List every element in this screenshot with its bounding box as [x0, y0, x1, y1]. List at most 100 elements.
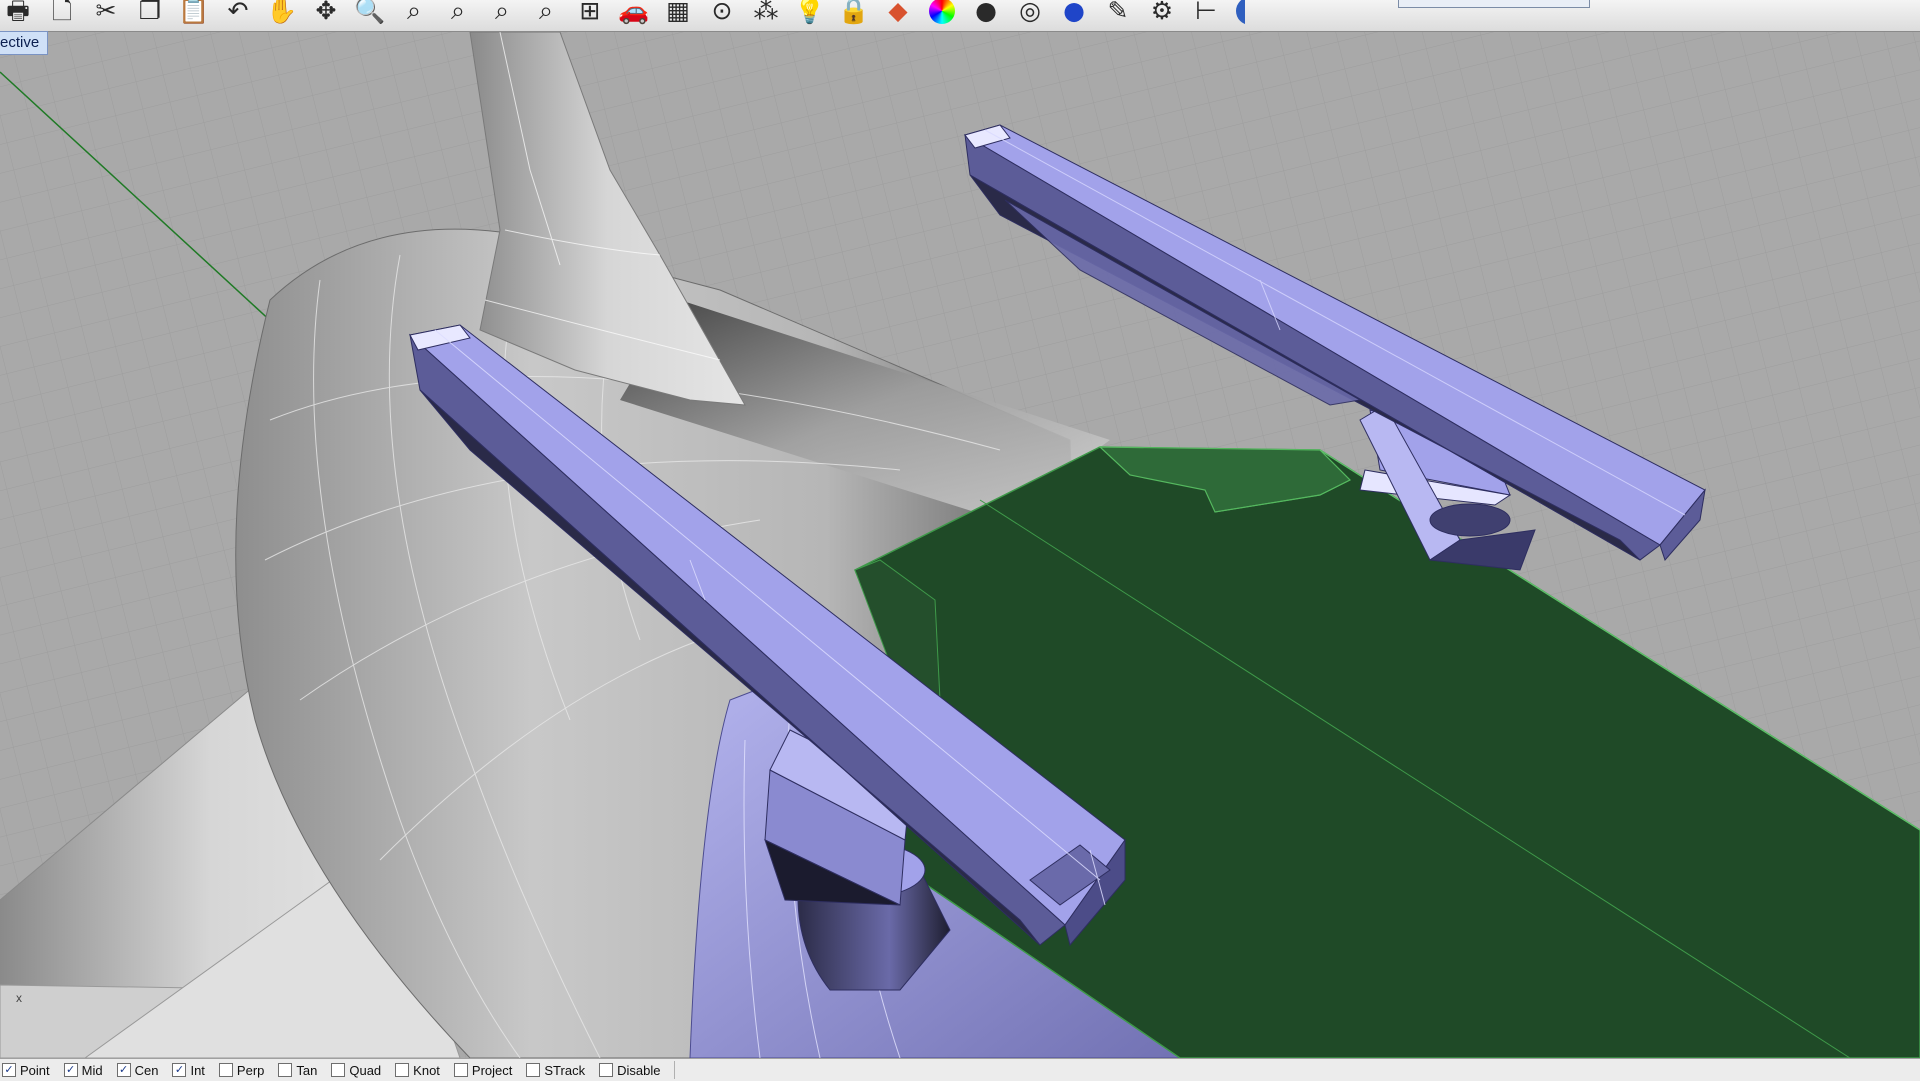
- zoom-extents-button[interactable]: ⌕: [440, 0, 476, 26]
- help-icon: ?: [1236, 0, 1245, 25]
- shaded-sphere-icon: ●: [975, 0, 997, 25]
- toolbar-command-field[interactable]: [1398, 0, 1590, 8]
- osnap-button[interactable]: ⊙: [704, 0, 740, 26]
- perspective-viewport[interactable]: x: [0, 32, 1920, 1058]
- car-icon: 🚗: [618, 0, 650, 25]
- zoom-selected-button[interactable]: ⌕: [484, 0, 520, 26]
- lock-button[interactable]: 🔒: [836, 0, 872, 26]
- osnap-label: Perp: [236, 1062, 265, 1078]
- pan-hand-icon: ✋: [266, 0, 298, 25]
- osnap-point[interactable]: ✓ Point: [0, 1059, 62, 1081]
- osnap-knot[interactable]: Knot: [393, 1059, 452, 1081]
- undo-button[interactable]: ↶: [220, 0, 256, 26]
- osnap-label: Int: [190, 1062, 205, 1078]
- rendered-sphere-icon: ●: [1063, 0, 1085, 25]
- light-bulb-icon: 💡: [794, 0, 826, 25]
- paste-icon: 📋: [178, 0, 210, 25]
- new-document-button[interactable]: 🗋: [44, 0, 80, 26]
- osnap-tan[interactable]: Tan: [276, 1059, 329, 1081]
- layers-icon: ◆: [888, 0, 908, 25]
- cut-button[interactable]: ✂: [88, 0, 124, 26]
- osnap-int-checkbox[interactable]: ✓: [172, 1063, 187, 1077]
- osnap-label: Tan: [296, 1062, 318, 1078]
- layers-button[interactable]: ◆: [880, 0, 916, 26]
- osnap-project[interactable]: Project: [452, 1059, 524, 1081]
- zoom-window-button[interactable]: ⌕: [396, 0, 432, 26]
- osnap-perp[interactable]: Perp: [217, 1059, 276, 1081]
- standard-toolbar: 🖶 🗋 ✂ ❐ 📋 ↶ ✋ ✥ 🔍 ⌕ ⌕ ⌕ ⌕ ⊞ 🚗 ▦ ⊙ ⁂ 💡 🔒 ◆ ◍ ● ◎ ● ✎ ⚙ ⊢?: [0, 0, 1920, 32]
- color-wheel-icon: ◍: [929, 0, 955, 24]
- zoom-selected-icon: ⌕: [494, 0, 509, 25]
- four-viewports-button[interactable]: ⊞: [572, 0, 608, 26]
- svg-text:x: x: [16, 991, 22, 1005]
- select-points-button[interactable]: ⁂: [748, 0, 784, 26]
- select-points-icon: ⁂: [753, 0, 779, 25]
- copy-button[interactable]: ❐: [132, 0, 168, 26]
- toolbar-button-strip: 🖶 🗋 ✂ ❐ 📋 ↶ ✋ ✥ 🔍 ⌕ ⌕ ⌕ ⌕ ⊞ 🚗 ▦ ⊙ ⁂ 💡 🔒 ◆ ◍ ● ◎ ● ✎ ⚙ ⊢?: [0, 0, 1245, 26]
- osnap-strack[interactable]: STrack: [524, 1059, 597, 1081]
- osnap-int[interactable]: ✓ Int: [170, 1059, 216, 1081]
- options-gear-icon: ⚙: [1150, 0, 1174, 25]
- copy-icon: ❐: [138, 0, 162, 25]
- four-viewports-icon: ⊞: [579, 0, 601, 25]
- osnap-point-checkbox[interactable]: ✓: [2, 1063, 16, 1077]
- osnap-quad-checkbox[interactable]: [331, 1063, 346, 1077]
- zoom-dynamic-icon: 🔍: [354, 0, 386, 25]
- osnap-strack-checkbox[interactable]: [526, 1063, 541, 1077]
- pan-hand-button[interactable]: ✋: [264, 0, 300, 26]
- lock-icon: 🔒: [838, 0, 870, 25]
- shaded-sphere-button[interactable]: ●: [968, 0, 1004, 26]
- rotate-view-icon: ✥: [315, 0, 337, 25]
- osnap-label: STrack: [544, 1062, 586, 1078]
- options-gear-button[interactable]: ⚙: [1144, 0, 1180, 26]
- car-button[interactable]: 🚗: [616, 0, 652, 26]
- osnap-project-checkbox[interactable]: [453, 1063, 468, 1077]
- osnap-label: Disable: [617, 1062, 661, 1078]
- osnap-bar: ✓ Point ✓ Mid ✓ Cen ✓ Int Perp Tan Quad Knot Project…: [0, 1058, 1920, 1081]
- osnap-label: Quad: [349, 1062, 382, 1078]
- dimension-button[interactable]: ⊢: [1188, 0, 1224, 26]
- cut-icon: ✂: [95, 0, 117, 25]
- help-button[interactable]: ?: [1232, 0, 1245, 26]
- osnap-label: Point: [20, 1062, 50, 1078]
- undo-icon: ↶: [227, 0, 249, 25]
- osnap-perp-checkbox[interactable]: [218, 1063, 233, 1077]
- osnap-tan-checkbox[interactable]: [278, 1063, 293, 1077]
- rendered-sphere-button[interactable]: ●: [1056, 0, 1092, 26]
- osnap-label: Mid: [81, 1062, 103, 1078]
- osnap-mid-checkbox[interactable]: ✓: [63, 1063, 78, 1077]
- osnap-label: Cen: [134, 1062, 159, 1078]
- osnap-knot-checkbox[interactable]: [395, 1063, 410, 1077]
- osnap-cen[interactable]: ✓ Cen: [115, 1059, 171, 1081]
- wire-sphere-button[interactable]: ◎: [1012, 0, 1048, 26]
- osnap-cen-checkbox[interactable]: ✓: [116, 1063, 131, 1077]
- osnap-label: Knot: [413, 1062, 440, 1078]
- osnap-icon: ⊙: [711, 0, 733, 25]
- osnap-mid[interactable]: ✓ Mid: [62, 1059, 115, 1081]
- color-wheel-button[interactable]: ◍: [924, 0, 960, 26]
- pen-icon: ✎: [1107, 0, 1129, 25]
- new-document-icon: 🗋: [51, 0, 73, 25]
- osnap-label: Project: [471, 1062, 513, 1078]
- zoom-extents-icon: ⌕: [450, 0, 465, 25]
- print-button[interactable]: 🖶: [0, 0, 36, 26]
- zoom-dynamic-button[interactable]: 🔍: [352, 0, 388, 26]
- light-bulb-button[interactable]: 💡: [792, 0, 828, 26]
- pen-button[interactable]: ✎: [1100, 0, 1136, 26]
- statusbar-divider: [674, 1061, 676, 1079]
- viewport-title-tab[interactable]: ective: [0, 31, 49, 55]
- zoom-window-icon: ⌕: [406, 0, 421, 25]
- dimension-icon: ⊢: [1195, 0, 1217, 25]
- viewport-scene: x: [0, 32, 1920, 1058]
- zoom-target-button[interactable]: ⌕: [528, 0, 564, 26]
- grid-plane-icon: ▦: [666, 0, 690, 25]
- zoom-target-icon: ⌕: [538, 0, 553, 25]
- rotate-view-button[interactable]: ✥: [308, 0, 344, 26]
- osnap-disable-checkbox[interactable]: [599, 1063, 614, 1077]
- wire-sphere-icon: ◎: [1019, 0, 1041, 25]
- paste-button[interactable]: 📋: [176, 0, 212, 26]
- osnap-quad[interactable]: Quad: [329, 1059, 393, 1081]
- grid-plane-button[interactable]: ▦: [660, 0, 696, 26]
- print-icon: 🖶: [6, 0, 30, 25]
- osnap-disable[interactable]: Disable: [597, 1059, 672, 1081]
